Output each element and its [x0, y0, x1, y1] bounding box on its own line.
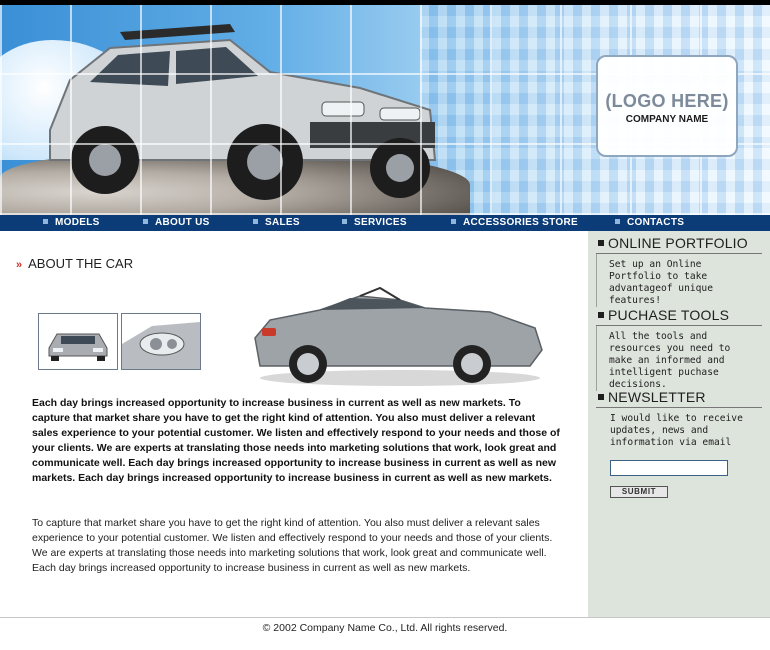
square-bullet-icon: [598, 240, 604, 246]
portfolio-heading[interactable]: ONLINE PORTFOLIO: [596, 234, 762, 254]
nav-label: ABOUT US: [155, 217, 210, 228]
tools-text: All the tools and resources you need to …: [596, 326, 762, 391]
newsletter-heading: NEWSLETTER: [596, 388, 762, 408]
nav-label: SALES: [265, 217, 300, 228]
sidebar: ONLINE PORTFOLIO Set up an Online Portfo…: [588, 231, 770, 618]
nav-label: SERVICES: [354, 217, 407, 228]
newsletter-body: I would like to receive updates, news an…: [596, 408, 762, 498]
square-bullet-icon: [615, 218, 620, 224]
header-banner: (LOGO HERE) COMPANY NAME: [0, 0, 770, 215]
logo-text: (LOGO HERE): [605, 91, 729, 111]
nav-label: MODELS: [55, 217, 100, 228]
square-bullet-icon: [598, 394, 604, 400]
square-bullet-icon: [143, 218, 148, 224]
nav-item-contacts[interactable]: CONTACTS: [615, 215, 684, 231]
page-title: » ABOUT THE CAR: [16, 256, 133, 271]
portfolio-heading-text: ONLINE PORTFOLIO: [608, 235, 748, 251]
nav-label: CONTACTS: [627, 217, 685, 228]
thumbnail-car-front[interactable]: [38, 313, 118, 370]
tools-section: PUCHASE TOOLS All the tools and resource…: [596, 306, 762, 391]
nav-item-about-us[interactable]: ABOUT US: [143, 215, 210, 231]
portfolio-text: Set up an Online Portfolio to take advan…: [596, 254, 762, 307]
nav-item-accessories-store[interactable]: ACCESSORIES STORE: [451, 215, 578, 231]
newsletter-section: NEWSLETTER I would like to receive updat…: [596, 388, 762, 498]
thumbnail-car-headlight[interactable]: [121, 313, 201, 370]
logo-box[interactable]: (LOGO HERE) COMPANY NAME: [596, 55, 738, 157]
car-front-image: [48, 333, 108, 361]
double-arrow-icon: »: [16, 259, 23, 271]
intro-paragraph-bold: Each day brings increased opportunity to…: [32, 397, 560, 484]
nav-item-services[interactable]: SERVICES: [342, 215, 407, 231]
tools-heading-text: PUCHASE TOOLS: [608, 307, 730, 323]
square-bullet-icon: [253, 218, 258, 224]
nav-item-models[interactable]: MODELS: [43, 215, 100, 231]
portfolio-section: ONLINE PORTFOLIO Set up an Online Portfo…: [596, 234, 762, 307]
nav-item-sales[interactable]: SALES: [253, 215, 300, 231]
tools-heading[interactable]: PUCHASE TOOLS: [596, 306, 762, 326]
newsletter-heading-text: NEWSLETTER: [608, 389, 706, 405]
square-bullet-icon: [598, 312, 604, 318]
email-field[interactable]: [610, 460, 728, 476]
main-nav: MODELS ABOUT US SALES SERVICES ACCESSORI…: [0, 215, 770, 231]
page-title-text: ABOUT THE CAR: [28, 256, 134, 271]
submit-button[interactable]: SUBMIT: [610, 486, 668, 498]
company-name: COMPANY NAME: [625, 114, 709, 125]
convertible-car-image: [254, 286, 543, 386]
newsletter-text: I would like to receive updates, news an…: [610, 413, 743, 448]
nav-label: ACCESSORIES STORE: [463, 217, 578, 228]
top-bar: [0, 0, 770, 5]
headlight-image: [122, 322, 200, 369]
copyright-text: © 2002 Company Name Co., Ltd. All rights…: [262, 622, 508, 634]
intro-paragraph: To capture that market share you have to…: [32, 517, 553, 574]
footer-divider: [0, 617, 770, 618]
square-bullet-icon: [342, 218, 347, 224]
square-bullet-icon: [451, 218, 456, 224]
square-bullet-icon: [43, 218, 48, 224]
